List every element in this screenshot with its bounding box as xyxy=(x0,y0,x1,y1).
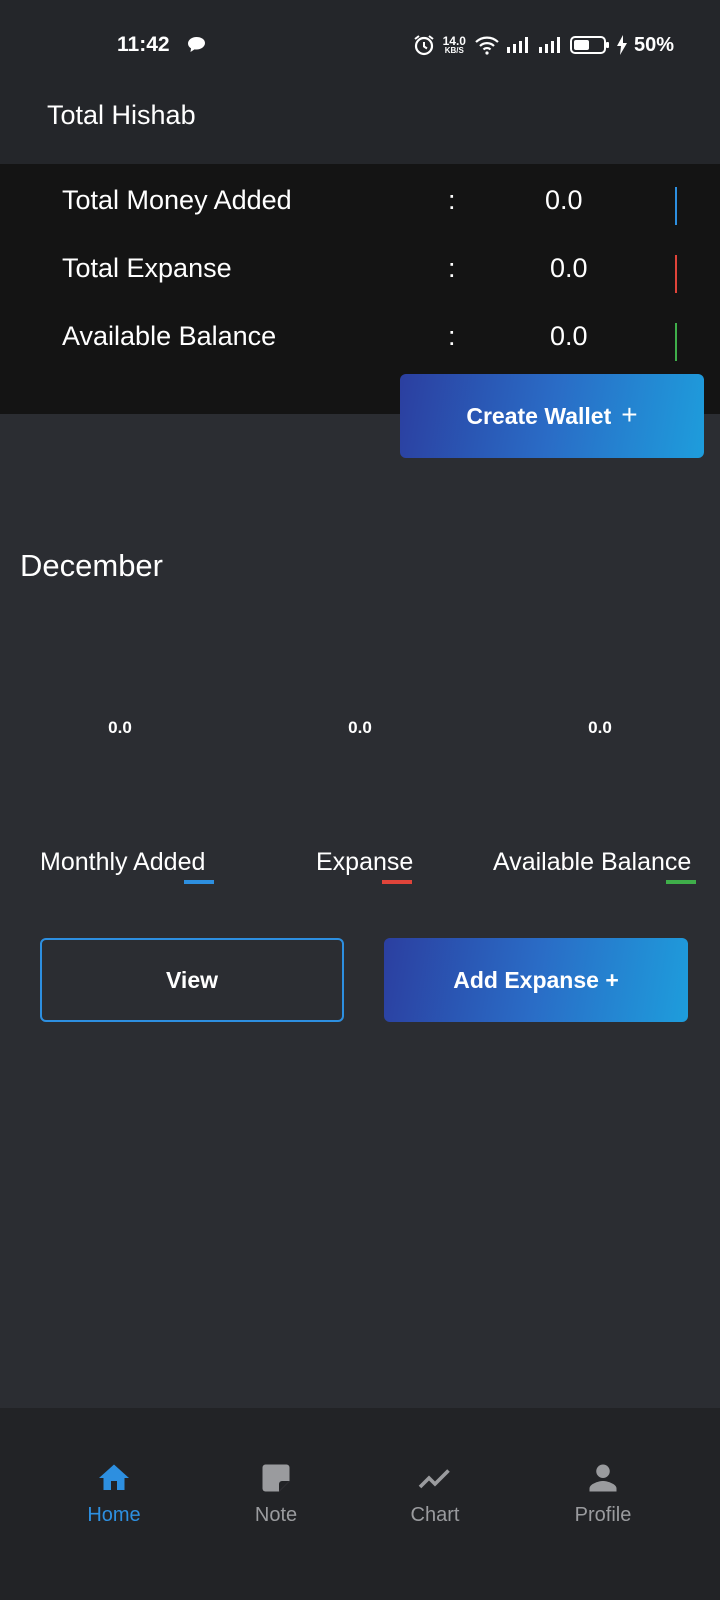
summary-label: Available Balance xyxy=(62,321,277,351)
net-speed-unit: KB/S xyxy=(444,46,464,55)
summary-value: 0.0 xyxy=(550,321,588,351)
status-time: 11:42 xyxy=(117,33,170,56)
monthly-balance-underline xyxy=(666,880,696,884)
summary-value: 0.0 xyxy=(545,185,583,215)
chat-bubble-icon xyxy=(188,37,205,52)
note-icon xyxy=(262,1464,290,1492)
add-expanse-label: Add Expanse + xyxy=(453,966,619,993)
alarm-icon xyxy=(414,35,434,56)
chart-icon xyxy=(418,1469,450,1489)
monthly-expanse-label: Expanse xyxy=(316,848,414,876)
monthly-expanse-value: 0.0 xyxy=(348,718,372,737)
bottom-nav: Home Note Chart Profile xyxy=(0,1408,720,1600)
status-icons: 14.0 KB/S 50% xyxy=(413,31,674,59)
nav-item-profile[interactable]: Profile xyxy=(533,1460,673,1540)
monthly-added-value: 0.0 xyxy=(108,718,132,737)
net-speed: 14.0 KB/S xyxy=(443,35,466,55)
nav-item-chart[interactable]: Chart xyxy=(365,1460,505,1540)
create-wallet-button[interactable]: Create Wallet + xyxy=(400,374,704,458)
monthly-balance-label: Available Balance xyxy=(493,848,692,876)
summary-colon: : xyxy=(448,321,456,351)
battery-icon xyxy=(569,36,609,54)
monthly-added-underline xyxy=(184,880,214,884)
app-bar: Total Hishab xyxy=(0,90,720,164)
profile-icon xyxy=(589,1464,617,1492)
summary-row-available-balance: Available Balance : 0.0 xyxy=(0,321,720,361)
summary-indicator xyxy=(675,255,677,293)
summary-label: Total Expanse xyxy=(62,253,232,283)
plus-icon: + xyxy=(621,398,638,430)
nav-label: Profile xyxy=(574,1504,632,1526)
battery-percent: 50% xyxy=(633,33,674,56)
add-expanse-button[interactable]: Add Expanse + xyxy=(384,938,688,1022)
nav-label: Home xyxy=(87,1504,141,1526)
monthly-expanse-underline xyxy=(382,880,412,884)
month-title: December xyxy=(20,548,163,583)
monthly-balance-value: 0.0 xyxy=(588,718,612,737)
summary-row-expanse: Total Expanse : 0.0 xyxy=(0,253,720,293)
nav-label: Note xyxy=(254,1504,298,1526)
view-button-label: View xyxy=(166,966,218,993)
summary-indicator xyxy=(675,323,677,361)
home-icon xyxy=(99,1464,129,1490)
nav-label: Chart xyxy=(410,1504,460,1526)
summary-colon: : xyxy=(448,185,456,215)
signal-icon xyxy=(506,37,528,53)
summary-label: Total Money Added xyxy=(62,185,292,215)
monthly-added-label: Monthly Added xyxy=(40,848,206,876)
charging-icon xyxy=(616,35,627,55)
wifi-icon xyxy=(475,36,499,55)
summary-indicator xyxy=(675,187,677,225)
page-title: Total Hishab xyxy=(47,100,196,130)
summary-colon: : xyxy=(448,253,456,283)
summary-value: 0.0 xyxy=(550,253,588,283)
view-button[interactable]: View xyxy=(40,938,344,1022)
signal-icon-2 xyxy=(538,37,560,53)
create-wallet-label: Create Wallet xyxy=(466,402,612,429)
nav-item-home[interactable]: Home xyxy=(44,1460,184,1540)
nav-item-note[interactable]: Note xyxy=(206,1460,346,1540)
status-bar: 11:42 14.0 KB/S 50% xyxy=(0,0,720,90)
summary-row-money-added: Total Money Added : 0.0 xyxy=(0,185,720,225)
